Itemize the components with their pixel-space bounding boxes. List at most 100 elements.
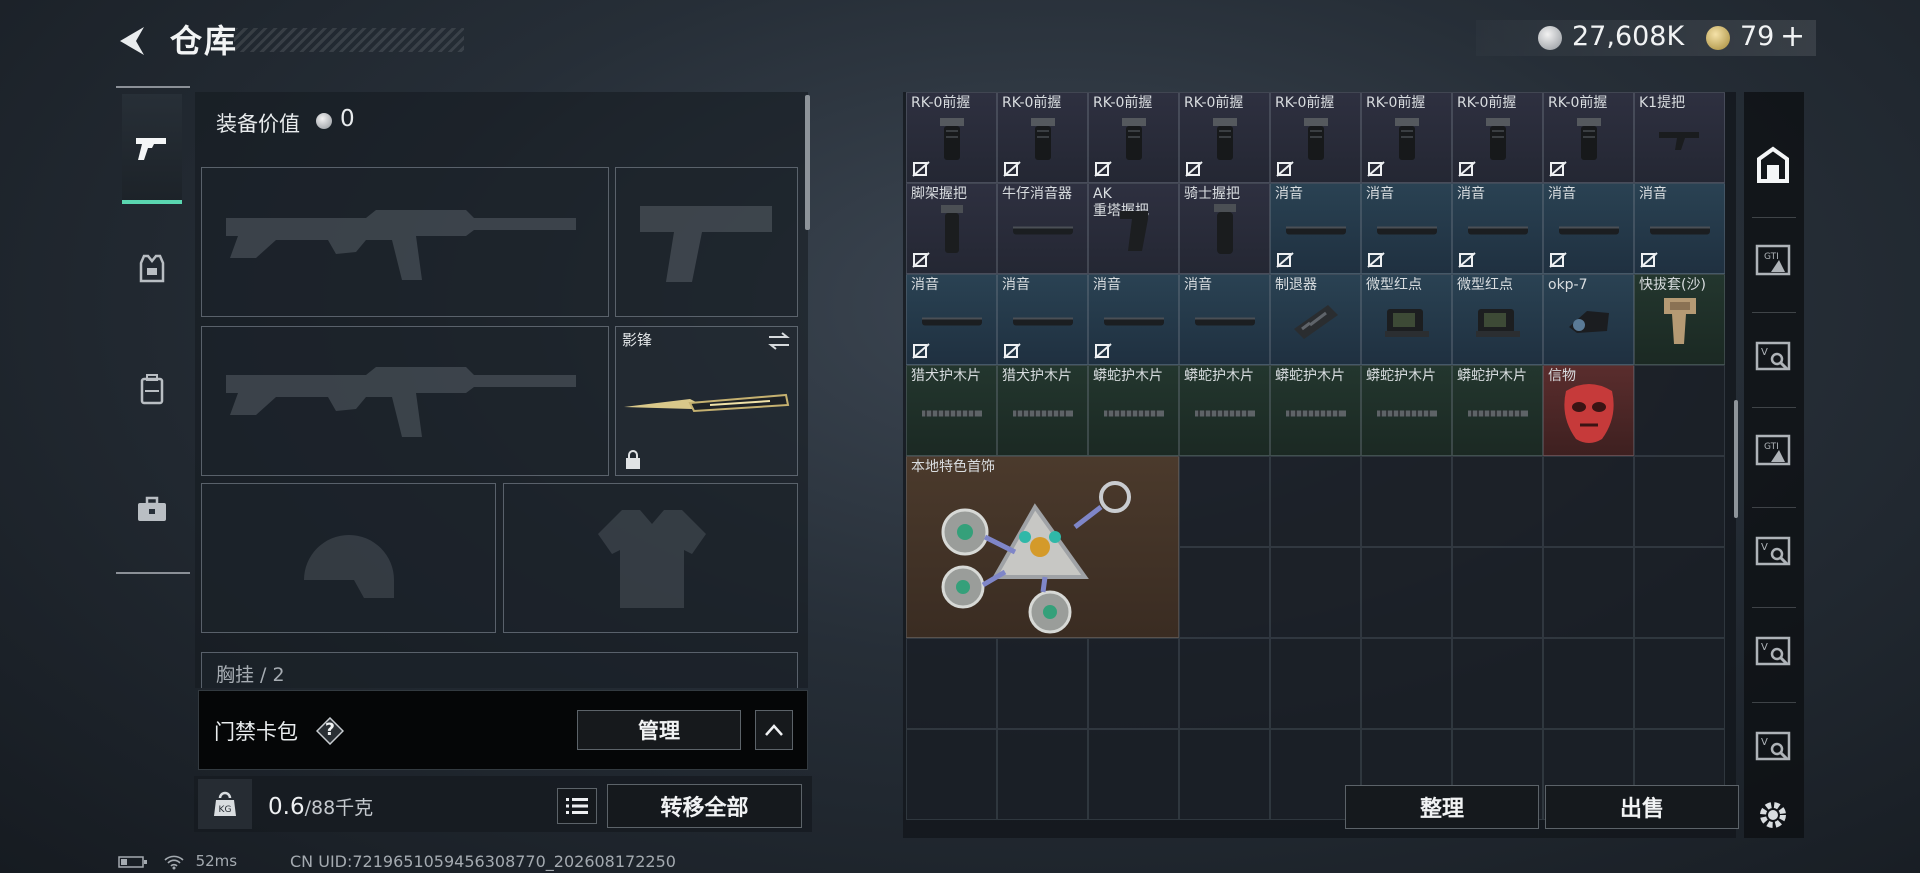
stash-item[interactable]: 消音 xyxy=(1361,183,1452,274)
settings-icon[interactable] xyxy=(1748,790,1798,840)
stash-item[interactable]: 信物 xyxy=(1543,365,1634,456)
stash-empty-cell[interactable] xyxy=(1361,547,1452,638)
stash-empty-cell[interactable] xyxy=(1452,456,1543,547)
stash-item[interactable]: 微型红点 xyxy=(1361,274,1452,365)
vip-case-icon[interactable]: V xyxy=(1748,525,1798,575)
stash-empty-cell[interactable] xyxy=(1179,729,1270,820)
weight-lock-button[interactable]: KG xyxy=(198,779,252,829)
nav-item-weapons[interactable] xyxy=(122,94,182,204)
stash-empty-cell[interactable] xyxy=(1179,638,1270,729)
vip-case-icon[interactable]: V xyxy=(1748,625,1798,675)
stash-empty-cell[interactable] xyxy=(1361,638,1452,729)
stash-empty-cell[interactable] xyxy=(1270,547,1361,638)
stash-empty-cell[interactable] xyxy=(1634,456,1725,547)
helmet-slot[interactable] xyxy=(201,483,496,633)
stash-item[interactable]: 消音 xyxy=(1634,183,1725,274)
back-icon[interactable] xyxy=(114,24,150,58)
stash-main-icon[interactable] xyxy=(1748,140,1798,190)
stash-item[interactable]: 消音 xyxy=(1088,274,1179,365)
stash-empty-cell[interactable] xyxy=(906,729,997,820)
gti-case-icon[interactable]: GTI xyxy=(1748,425,1798,475)
stash-empty-cell[interactable] xyxy=(1634,638,1725,729)
stash-empty-cell[interactable] xyxy=(1179,547,1270,638)
stash-item[interactable]: 消音 xyxy=(1179,274,1270,365)
stash-item[interactable]: 蟒蛇护木片 xyxy=(1452,365,1543,456)
stash-empty-cell[interactable] xyxy=(1543,638,1634,729)
add-currency-button[interactable]: + xyxy=(1780,19,1805,54)
nav-item-armor[interactable] xyxy=(122,214,182,324)
stash-item[interactable]: RK-0前握 xyxy=(1543,92,1634,183)
stash-item[interactable]: 牛仔消音器 xyxy=(997,183,1088,274)
stash-item[interactable]: 消音 xyxy=(1452,183,1543,274)
stash-item[interactable]: 制退器 xyxy=(1270,274,1361,365)
stash-item[interactable]: 蟒蛇护木片 xyxy=(1179,365,1270,456)
manage-button[interactable]: 管理 xyxy=(577,710,741,750)
primary-weapon-slot[interactable] xyxy=(201,167,609,317)
stash-item[interactable]: RK-0前握 xyxy=(1088,92,1179,183)
rail-cover-icon xyxy=(1193,405,1257,424)
stash-item[interactable]: 骑士握把 xyxy=(1179,183,1270,274)
loadout-scrollbar[interactable] xyxy=(805,95,810,230)
vip-case-icon[interactable]: V xyxy=(1748,330,1798,380)
collapse-button[interactable] xyxy=(755,710,793,750)
stash-empty-cell[interactable] xyxy=(1179,456,1270,547)
swap-icon[interactable] xyxy=(767,331,791,351)
stash-item[interactable]: RK-0前握 xyxy=(1179,92,1270,183)
help-icon[interactable]: ? xyxy=(315,716,345,746)
suppressor-icon xyxy=(1011,314,1075,333)
equip-value: 0 xyxy=(340,106,355,132)
vip-case-icon[interactable]: V xyxy=(1748,720,1798,770)
stash-empty-cell[interactable] xyxy=(906,638,997,729)
stash-empty-cell[interactable] xyxy=(1361,456,1452,547)
stash-empty-cell[interactable] xyxy=(1634,547,1725,638)
sidearm-slot[interactable] xyxy=(615,167,798,317)
stash-empty-cell[interactable] xyxy=(1452,638,1543,729)
stash-item[interactable]: 消音 xyxy=(997,274,1088,365)
melee-slot[interactable]: 影锋 xyxy=(615,326,798,476)
stash-empty-cell[interactable] xyxy=(997,729,1088,820)
gti-case-icon[interactable]: GTI xyxy=(1748,235,1798,285)
stash-item[interactable]: 蟒蛇护木片 xyxy=(1361,365,1452,456)
stash-item[interactable]: 消音 xyxy=(1270,183,1361,274)
list-view-button[interactable] xyxy=(557,788,597,824)
stash-empty-cell[interactable] xyxy=(1088,638,1179,729)
stash-empty-cell[interactable] xyxy=(1543,456,1634,547)
stash-empty-cell[interactable] xyxy=(997,638,1088,729)
stash-scrollbar[interactable] xyxy=(1734,400,1738,518)
stash-empty-cell[interactable] xyxy=(1452,547,1543,638)
stash-item[interactable]: 蟒蛇护木片 xyxy=(1270,365,1361,456)
sell-button[interactable]: 出售 xyxy=(1545,785,1739,829)
stash-item[interactable]: RK-0前握 xyxy=(997,92,1088,183)
stash-empty-cell[interactable] xyxy=(1543,547,1634,638)
stash-item[interactable]: okp-7 xyxy=(1543,274,1634,365)
stash-item[interactable]: RK-0前握 xyxy=(1361,92,1452,183)
body-armor-slot[interactable] xyxy=(503,483,798,633)
stash-item[interactable]: RK-0前握 xyxy=(906,92,997,183)
stash-item-name: RK-0前握 xyxy=(1093,95,1153,111)
stash-item[interactable]: RK-0前握 xyxy=(1452,92,1543,183)
stash-item-name: 蟒蛇护木片 xyxy=(1184,368,1254,384)
stash-empty-cell[interactable] xyxy=(1088,729,1179,820)
stash-item[interactable]: AK 重塔握把 xyxy=(1088,183,1179,274)
stash-item[interactable]: 消音 xyxy=(906,274,997,365)
stash-item[interactable]: 猎犬护木片 xyxy=(997,365,1088,456)
secondary-weapon-slot[interactable] xyxy=(201,326,609,476)
stash-item[interactable]: 猎犬护木片 xyxy=(906,365,997,456)
transfer-all-button[interactable]: 转移全部 xyxy=(607,784,802,828)
stash-item[interactable]: K1提把 xyxy=(1634,92,1725,183)
stash-empty-cell[interactable] xyxy=(1270,638,1361,729)
stash-empty-cell[interactable] xyxy=(1270,456,1361,547)
stash-item[interactable]: 蟒蛇护木片 xyxy=(1088,365,1179,456)
stash-item[interactable]: 微型红点 xyxy=(1452,274,1543,365)
foregrip-icon xyxy=(1114,114,1154,168)
chest-rig-slot[interactable] xyxy=(201,652,798,688)
organize-button[interactable]: 整理 xyxy=(1345,785,1539,829)
stash-item[interactable]: 本地特色首饰 xyxy=(906,456,1179,638)
stash-item[interactable]: 快拔套(沙) xyxy=(1634,274,1725,365)
stash-empty-cell[interactable] xyxy=(1634,365,1725,456)
nav-item-backpack[interactable] xyxy=(122,334,182,444)
stash-item[interactable]: 脚架握把 xyxy=(906,183,997,274)
nav-item-toolbox[interactable] xyxy=(122,454,182,564)
stash-item[interactable]: RK-0前握 xyxy=(1270,92,1361,183)
stash-item[interactable]: 消音 xyxy=(1543,183,1634,274)
